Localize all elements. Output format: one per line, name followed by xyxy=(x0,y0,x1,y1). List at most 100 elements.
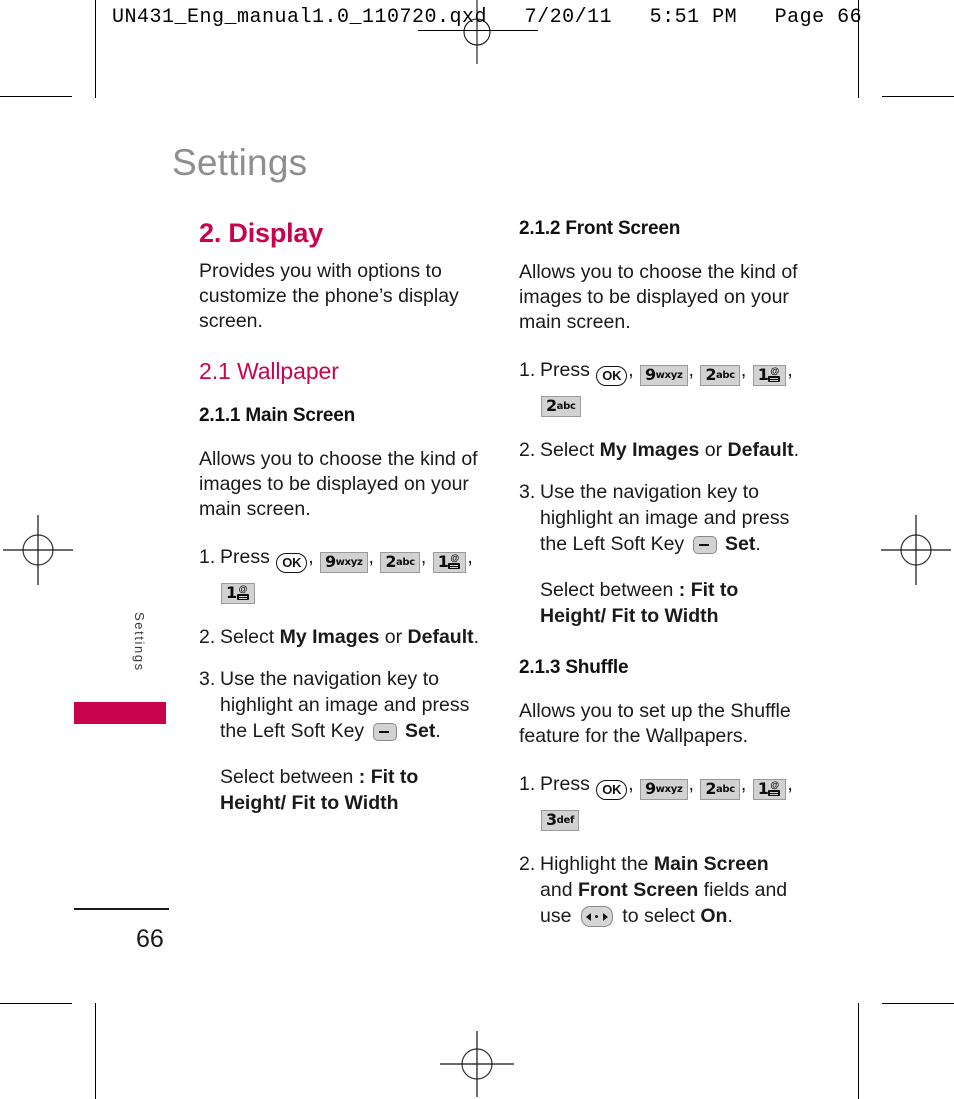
step-number: 1. xyxy=(199,546,216,568)
select-between-label: Select between xyxy=(540,579,674,601)
side-tab-color-block xyxy=(74,702,166,724)
step-text: Use the navigation key to highlight an i… xyxy=(540,481,790,555)
key-9-icon: 9wxyz xyxy=(640,779,688,800)
nav-line-2: highlight an image and press xyxy=(220,694,470,716)
page-title: Settings xyxy=(172,142,308,183)
voicemail-glyph: @ xyxy=(768,781,781,797)
step-number: 3. xyxy=(519,481,536,503)
field-front-screen: Front Screen xyxy=(577,879,699,901)
key-ok-icon: OK xyxy=(276,553,308,573)
topic-intro-shuffle: Allows you to set up the Shuffle feature… xyxy=(519,700,791,747)
page-number: 66 xyxy=(136,925,164,953)
set-label: Set xyxy=(725,533,756,555)
nav-line-3: the Left Soft Key xyxy=(540,533,685,555)
select-label: Select xyxy=(540,439,595,461)
highlight-label: Highlight the xyxy=(540,853,649,875)
step-text: Select My Images or Default. xyxy=(220,626,480,648)
note-main-screen: Select between : Fit to Height/ Fit to W… xyxy=(220,764,484,816)
key-2-icon: 2abc xyxy=(700,365,740,386)
step-select-front-screen: 2. Select My Images or Default. xyxy=(519,437,804,463)
topic-heading-front-screen: 2.1.2 Front Screen xyxy=(519,218,681,239)
key-9-icon: 9wxyz xyxy=(320,552,368,573)
key-9-icon: 9wxyz xyxy=(640,365,688,386)
side-tab: Settings xyxy=(74,612,164,672)
key-ok-icon: OK xyxy=(596,780,628,800)
key-1-voicemail-icon: 1 @ xyxy=(752,779,787,800)
left-column: 2. Display Provides you with options to … xyxy=(199,218,484,816)
sub-heading-wallpaper: 2.1 Wallpaper xyxy=(199,358,339,384)
step-text: Highlight the Main Screen and Front Scre… xyxy=(540,853,788,927)
field-main-screen: Main Screen xyxy=(653,853,769,875)
key-2-icon: 2abc xyxy=(380,552,420,573)
key-1-voicemail-icon: 1 @ xyxy=(432,552,467,573)
press-label: Press xyxy=(540,359,590,381)
note-fit-to: Fit to xyxy=(690,579,739,601)
page-number-rule xyxy=(74,908,169,910)
option-my-images: My Images xyxy=(279,626,380,648)
step-highlight-shuffle: 2. Highlight the Main Screen and Front S… xyxy=(519,851,804,929)
voicemail-glyph: @ xyxy=(448,554,461,570)
step-navigate-main-screen: 3. Use the navigation key to highlight a… xyxy=(199,666,484,744)
left-soft-key-icon xyxy=(692,536,717,554)
set-label: Set xyxy=(405,720,436,742)
step-text: Use the navigation key to highlight an i… xyxy=(220,668,470,742)
and-label: and xyxy=(540,879,573,901)
note-text: Select between : Fit to Height/ Fit to W… xyxy=(540,577,804,629)
step-press-front-screen: 1. Press OK, 9wxyz, 2abc, 1 @, 2abc xyxy=(519,355,804,417)
use-label: use xyxy=(540,905,572,927)
option-default: Default xyxy=(407,626,474,648)
key-2-icon: 2abc xyxy=(700,779,740,800)
side-tab-label: Settings xyxy=(132,612,147,672)
step-press-main-screen: 1. Press OK, 9wxyz, 2abc, 1 @, 1 @ xyxy=(199,542,484,604)
manual-page: Settings Settings 66 2. Display Provides… xyxy=(0,0,954,1099)
key-ok-icon: OK xyxy=(596,366,628,386)
select-label: Select xyxy=(220,626,275,648)
step-number: 1. xyxy=(519,359,536,381)
topic-intro-main-screen: Allows you to choose the kind of images … xyxy=(199,448,478,520)
section-heading-display: 2. Display xyxy=(199,218,324,248)
value-on: On xyxy=(700,905,728,927)
option-my-images: My Images xyxy=(599,439,700,461)
key-1-voicemail-icon: 1 @ xyxy=(752,365,787,386)
step-text: Press OK, 9wxyz, 2abc, 1 @, 1 @ xyxy=(220,546,473,604)
voicemail-glyph: @ xyxy=(768,367,781,383)
step-press-shuffle: 1. Press OK, 9wxyz, 2abc, 1 @, 3def xyxy=(519,769,804,831)
note-colon: : xyxy=(678,579,686,601)
option-default: Default xyxy=(727,439,794,461)
note-colon: : xyxy=(358,766,366,788)
or-label: or xyxy=(384,626,403,648)
left-soft-key-icon xyxy=(372,723,397,741)
step-number: 2. xyxy=(519,853,536,875)
key-3-icon: 3def xyxy=(541,810,580,831)
topic-intro-front-screen: Allows you to choose the kind of images … xyxy=(519,261,798,333)
note-text: Select between : Fit to Height/ Fit to W… xyxy=(220,764,484,816)
fields-label: fields and xyxy=(703,879,788,901)
step-navigate-front-screen: 3. Use the navigation key to highlight a… xyxy=(519,479,804,557)
step-number: 3. xyxy=(199,668,216,690)
step-number: 2. xyxy=(199,626,216,648)
nav-line-2: highlight an image and press xyxy=(540,507,790,529)
note-front-screen: Select between : Fit to Height/ Fit to W… xyxy=(540,577,804,629)
note-height-width: Height/ Fit to Width xyxy=(220,792,399,814)
step-text: Press OK, 9wxyz, 2abc, 1 @, 3def xyxy=(540,773,793,831)
note-height-width: Height/ Fit to Width xyxy=(540,605,719,627)
nav-line-3: the Left Soft Key xyxy=(220,720,365,742)
key-2-icon-2: 2abc xyxy=(541,396,581,417)
voicemail-glyph: @ xyxy=(236,585,250,601)
to-select-label: to select xyxy=(622,905,695,927)
section-intro-display: Provides you with options to customize t… xyxy=(199,260,459,332)
note-fit-to: Fit to xyxy=(370,766,419,788)
press-label: Press xyxy=(220,546,270,568)
select-between-label: Select between xyxy=(220,766,354,788)
step-text: Select My Images or Default. xyxy=(540,439,800,461)
step-select-main-screen: 2. Select My Images or Default. xyxy=(199,624,484,650)
press-label: Press xyxy=(540,773,590,795)
nav-line-1: Use the navigation key to xyxy=(220,668,439,690)
step-number: 1. xyxy=(519,773,536,795)
nav-line-1: Use the navigation key to xyxy=(540,481,759,503)
or-label: or xyxy=(704,439,723,461)
key-1-voicemail-icon-2: 1 @ xyxy=(221,583,255,604)
topic-heading-main-screen: 2.1.1 Main Screen xyxy=(199,405,356,426)
topic-heading-shuffle: 2.1.3 Shuffle xyxy=(519,657,629,678)
right-column: 2.1.2 Front Screen Allows you to choose … xyxy=(519,218,804,929)
